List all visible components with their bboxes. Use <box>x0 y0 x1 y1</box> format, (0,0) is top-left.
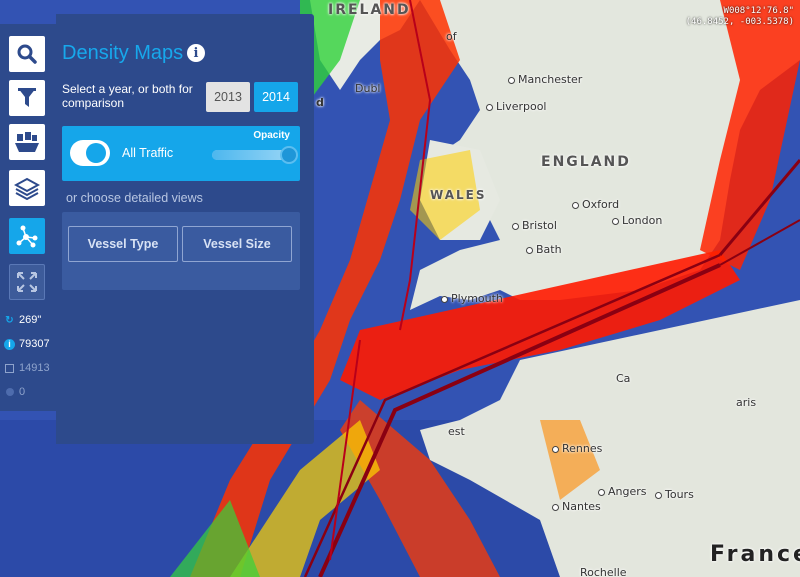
opacity-label: Opacity <box>253 130 290 141</box>
map-label-paris: aris <box>736 396 757 409</box>
map-label-oxford: Oxford <box>572 198 619 211</box>
info-icon[interactable]: i <box>187 44 205 62</box>
opacity-slider-handle[interactable] <box>280 146 298 164</box>
map-label-plymouth: Plymouth <box>441 292 503 305</box>
all-traffic-box: All Traffic Opacity <box>62 126 300 181</box>
map-label-ireland: IRELAND <box>328 2 411 18</box>
coordinate-line-1: W008°12'76.8" <box>723 6 794 16</box>
stat-info-value: 79307 <box>19 338 50 350</box>
stat-dot-value: 0 <box>19 386 26 398</box>
map-label-angers: Angers <box>598 485 647 498</box>
square-icon <box>4 363 15 374</box>
map-label-brest: est <box>448 425 465 438</box>
map-label-dublin: Dubl <box>355 82 381 95</box>
map-label-liverpool: Liverpool <box>486 100 546 113</box>
map-label-caen: Ca <box>616 372 631 385</box>
map-label-tours: Tours <box>655 488 694 501</box>
refresh-icon: ↻ <box>5 314 14 326</box>
stat-dot: 0 <box>4 386 25 398</box>
coordinate-line-2: (46.8452, -003.5378) <box>685 17 794 27</box>
map-label-london: London <box>612 214 662 227</box>
fullscreen-button[interactable] <box>9 264 45 300</box>
year-2014-button[interactable]: 2014 <box>254 82 298 112</box>
layers-button[interactable] <box>9 170 45 206</box>
filter-button[interactable] <box>9 80 45 116</box>
coordinate-readout: W008°12'76.8" (46.8452, -003.5378) <box>686 6 794 28</box>
search-button[interactable] <box>9 36 45 72</box>
stat-refresh-value: 269" <box>19 314 42 326</box>
search-icon <box>17 44 37 64</box>
fleet-icon <box>15 132 39 152</box>
density-button[interactable] <box>9 218 45 254</box>
map-label-wales: WALES <box>430 188 487 202</box>
detailed-views-box: Vessel Type Vessel Size <box>62 212 300 290</box>
panel-description: Select a year, or both for comparison <box>62 82 193 110</box>
all-traffic-toggle[interactable] <box>70 140 110 166</box>
stat-refresh: ↻ 269" <box>4 314 41 326</box>
year-2013-button[interactable]: 2013 <box>206 82 250 112</box>
stat-square-value: 14913 <box>19 362 50 374</box>
map-label-york-fragment: of <box>446 30 457 43</box>
map-label-bristol: Bristol <box>512 219 557 232</box>
funnel-icon <box>18 88 36 107</box>
density-maps-panel: Density Maps i Select a year, or both fo… <box>56 14 314 444</box>
stat-square: 14913 <box>4 362 50 374</box>
left-toolbar: ↻ 269" i 79307 14913 0 <box>0 24 56 411</box>
map-label-england: ENGLAND <box>541 154 631 170</box>
fleet-button[interactable] <box>9 124 45 160</box>
vessel-size-button[interactable]: Vessel Size <box>182 226 292 262</box>
layers-icon <box>14 177 40 200</box>
vessel-type-button[interactable]: Vessel Type <box>68 226 178 262</box>
map-label-france: France <box>710 542 800 567</box>
stat-info: i 79307 <box>4 338 50 350</box>
expand-icon <box>17 272 37 292</box>
map-label-nantes: Nantes <box>552 500 601 513</box>
map-label-manchester: Manchester <box>508 73 582 86</box>
network-icon <box>16 225 38 248</box>
opacity-slider[interactable] <box>212 146 298 164</box>
all-traffic-label: All Traffic <box>122 146 174 160</box>
detailed-views-label: or choose detailed views <box>66 191 203 205</box>
panel-title: Density Maps <box>62 42 184 64</box>
map-label-rochelle: Rochelle <box>580 566 627 577</box>
toggle-knob <box>86 143 106 163</box>
info-circle-icon: i <box>4 338 15 350</box>
dot-icon <box>4 387 15 398</box>
map-label-dublin-fragment: d <box>316 96 324 109</box>
map-label-rennes: Rennes <box>552 442 602 455</box>
map-label-bath: Bath <box>526 243 562 256</box>
